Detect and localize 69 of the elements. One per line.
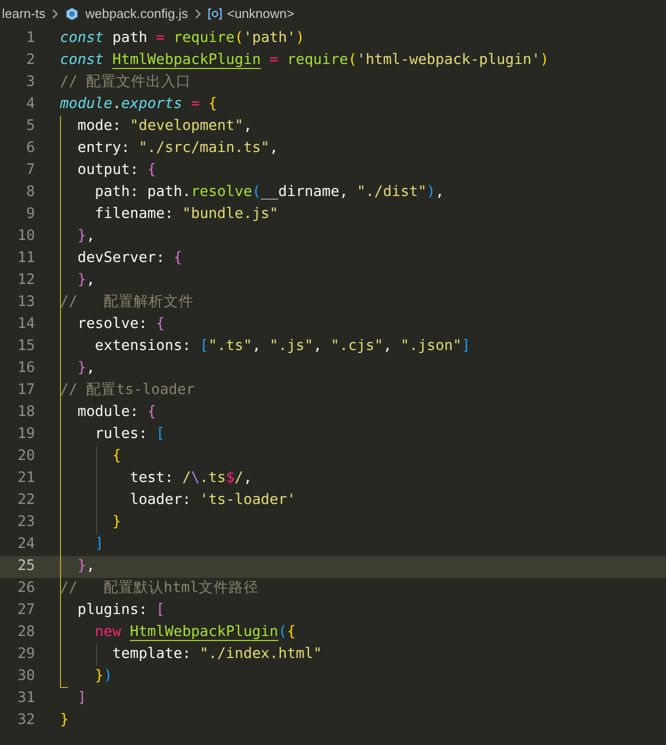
line-number: 24 [16,535,35,554]
code-line: ] [77,689,86,708]
line-number: 18 [16,403,35,422]
line-number: 4 [25,95,35,114]
line-number: 2 [25,51,35,70]
line-number: 17 [16,381,35,400]
line-number: 29 [16,645,35,664]
chevron-right-icon [51,8,60,20]
code-line: loader: 'ts-loader' [130,491,296,510]
code-line: filename: "bundle.js" [94,205,278,224]
code-line: ] [94,535,104,554]
code-line: plugins: [ [77,601,165,620]
line-number: 32 [16,711,35,730]
line-number: 7 [25,161,35,180]
line-number: 23 [16,513,35,532]
code-line: module: { [77,403,156,422]
code-line: }, [77,557,95,576]
line-number: 5 [25,117,35,136]
code-line: entry: "./src/main.ts", [77,139,278,158]
code-line: }, [77,227,95,246]
line-number: 21 [16,469,35,488]
code-line: test: /\.ts$/, [130,469,252,488]
line-number: 13 [16,293,35,312]
line-number: 26 [16,579,35,598]
code-line: } [60,711,69,730]
line-number: 16 [16,359,35,378]
line-number: 3 [25,73,35,92]
line-number: 30 [16,667,35,686]
code-line: }, [77,271,95,290]
code-line: extensions: [".ts", ".js", ".cjs", ".json"] [94,337,470,356]
line-number: 6 [25,139,35,158]
code-line: path: path.resolve(__dirname, "./dist"), [94,183,444,202]
code-line: devServer: { [77,249,182,268]
line-number: 9 [25,205,35,224]
chevron-right-icon [194,8,202,20]
code-line: rules: [ [94,425,165,444]
indent-guide [96,644,97,666]
code-line: module.exports = { [60,95,218,114]
line-number: 14 [16,315,35,334]
code-line: { [112,447,122,466]
line-number: 25 [16,557,35,576]
breadcrumb-folder[interactable]: learn-ts [2,4,46,24]
code-line: mode: "development", [77,117,252,136]
code-line: template: "./index.html" [112,645,322,664]
line-number: 8 [25,183,35,202]
cube-icon [65,7,80,21]
line-number: 31 [16,689,35,708]
code-line: }, [77,359,95,378]
code-line: output: { [77,161,156,180]
code-line: new HtmlWebpackPlugin({ [94,623,296,642]
breadcrumb-symbol[interactable]: <unknown> [226,4,294,24]
code-line: const path = require('path') [60,29,304,48]
line-number: 12 [16,271,35,290]
line-number: 20 [16,447,35,466]
symbol-icon [208,8,222,20]
line-number: 22 [16,491,35,510]
code-line: const HtmlWebpackPlugin = require('html-webpack-plugin') [60,51,549,70]
code-line: // 配置文件出入口 [60,73,192,92]
code-line: resolve: { [77,315,165,334]
code-line: }) [94,667,112,686]
line-number: 1 [25,29,35,48]
line-number: 11 [16,249,35,268]
code-line: } [112,513,122,532]
line-number: 19 [16,425,35,444]
line-number: 15 [16,337,35,356]
line-number: 27 [16,601,35,620]
line-number: 10 [16,227,35,246]
line-number: 28 [16,623,35,642]
breadcrumb-file[interactable]: webpack.config.js [85,4,188,24]
